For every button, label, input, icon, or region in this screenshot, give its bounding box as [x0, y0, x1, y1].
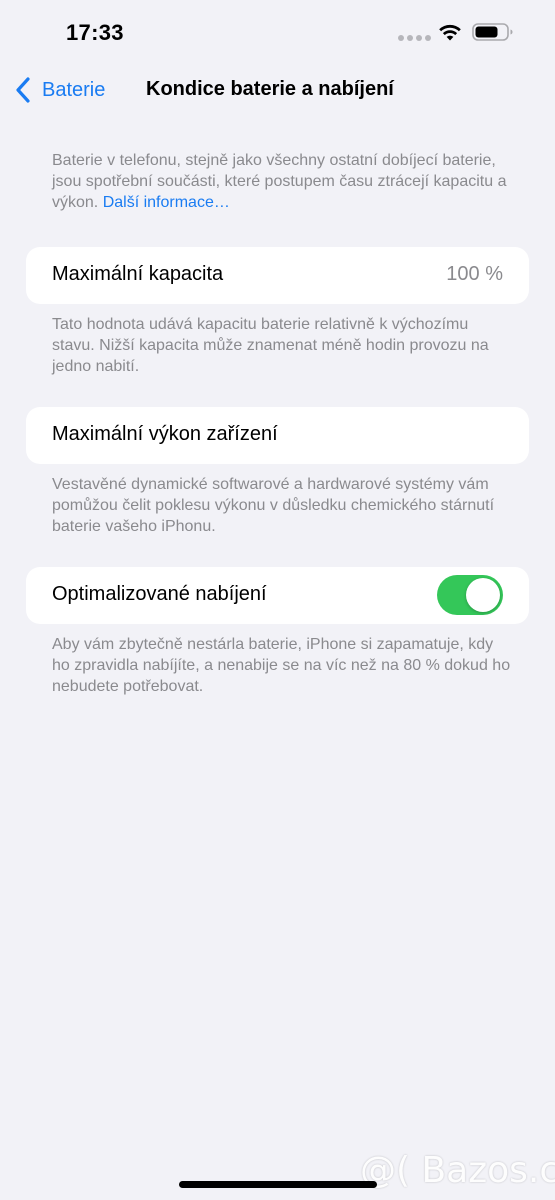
max-capacity-label: Maximální kapacita [52, 263, 224, 285]
home-indicator[interactable] [179, 1181, 377, 1188]
optimized-charging-footnote: Aby vám zbytečně nestárla baterie, iPhon… [52, 636, 511, 695]
optimized-charging-toggle[interactable] [437, 575, 503, 615]
toggle-knob [466, 578, 500, 612]
status-time: 17:33 [66, 20, 124, 45]
wifi-icon [439, 24, 461, 41]
page-title: Kondice baterie a nabíjení [146, 78, 394, 100]
max-capacity-value: 100 % [446, 263, 503, 285]
battery-icon [472, 23, 513, 41]
optimized-charging-label: Optimalizované nabíjení [52, 583, 267, 605]
chevron-left-icon [16, 77, 30, 103]
signal-dots-icon [398, 35, 431, 41]
max-capacity-footnote: Tato hodnota udává kapacitu baterie rela… [52, 316, 489, 375]
peak-performance-footnote: Vestavěné dynamické softwarové a hardwar… [52, 476, 495, 535]
intro-description: Baterie v telefonu, stejně jako všechny … [52, 150, 512, 213]
watermark-logo: @( Bazos.cz [360, 1150, 555, 1191]
peak-performance-label: Maximální výkon zařízení [52, 423, 278, 445]
back-button-label: Baterie [42, 78, 106, 101]
peak-performance-row: Maximální výkon zařízení [26, 407, 529, 464]
navigation-bar: Baterie Kondice baterie a nabíjení [0, 64, 555, 118]
max-capacity-row: Maximální kapacita 100 % [26, 247, 529, 304]
optimized-charging-row: Optimalizované nabíjení [26, 567, 529, 624]
more-info-link[interactable]: Další informace… [103, 194, 230, 211]
back-button[interactable]: Baterie [14, 74, 105, 106]
status-bar: 17:33 [0, 0, 555, 64]
